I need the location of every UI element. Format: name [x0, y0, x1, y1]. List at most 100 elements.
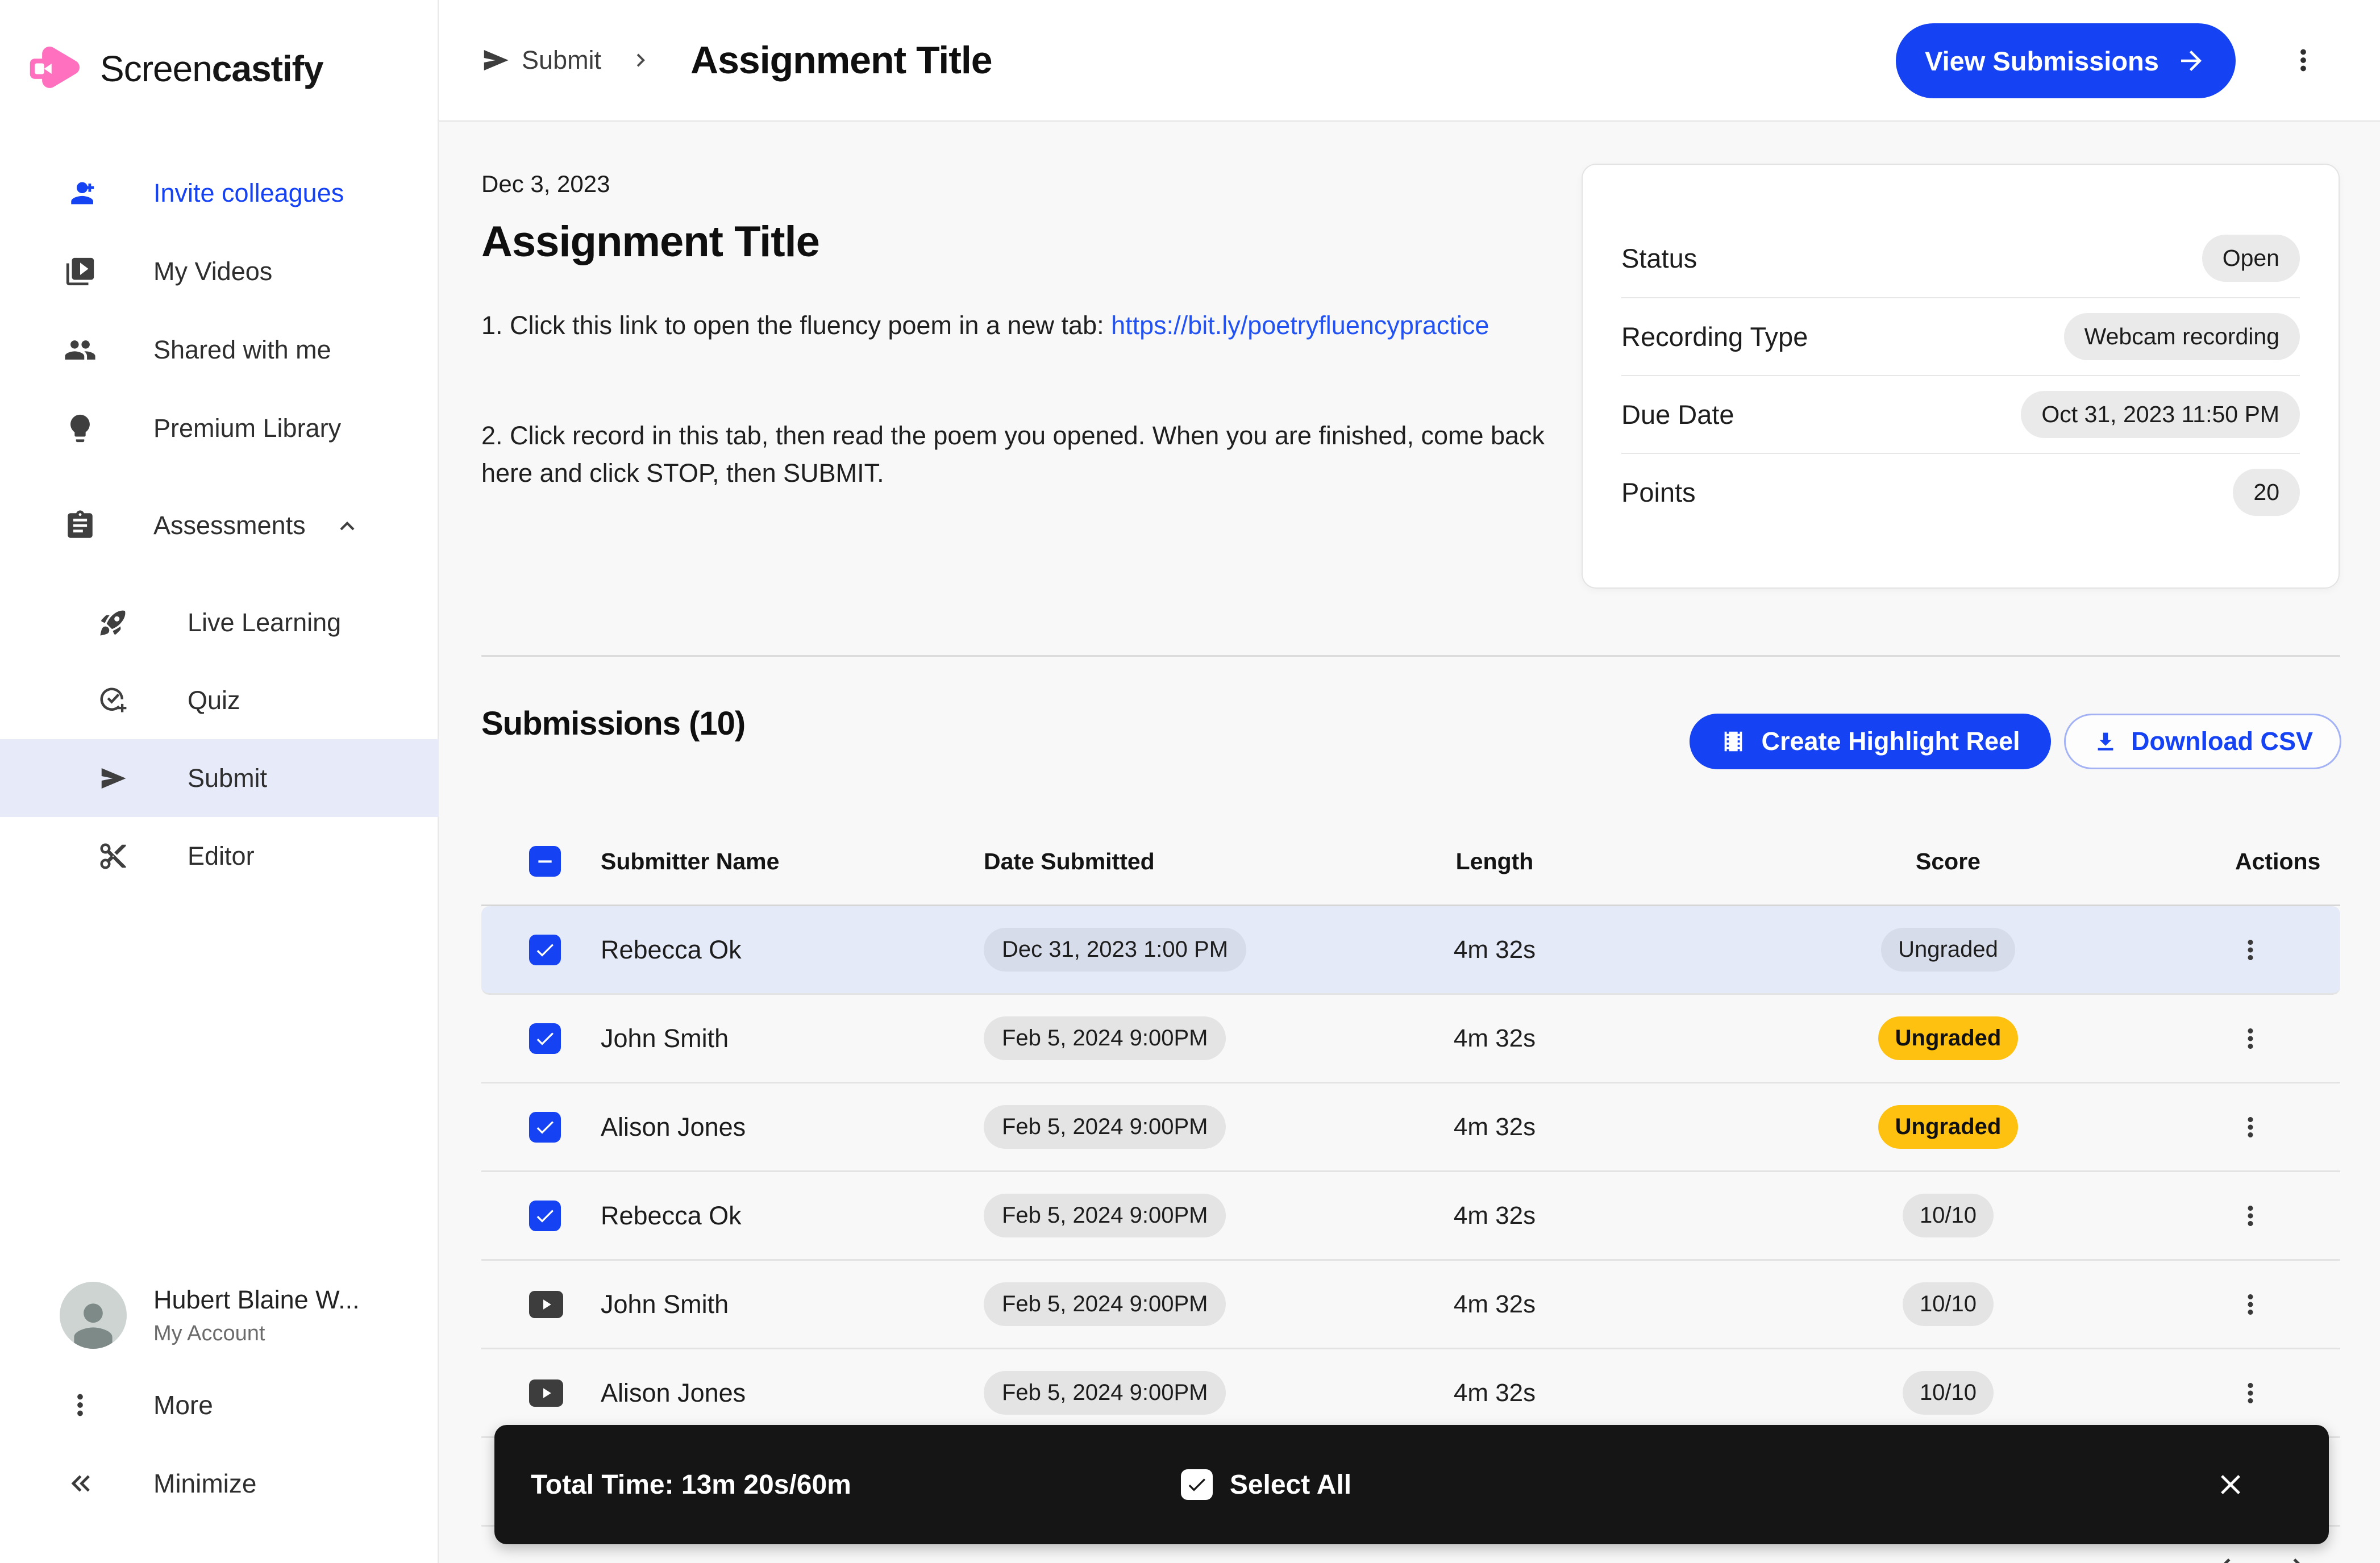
page-title: Assignment Title: [690, 38, 992, 82]
sidebar-item-assessments[interactable]: Assessments: [0, 486, 439, 565]
send-icon: [480, 45, 511, 76]
minus-icon: [534, 850, 556, 873]
send-icon: [98, 763, 128, 794]
row-checkbox-checked[interactable]: [529, 935, 561, 965]
date-submitted-pill: Feb 5, 2024 9:00PM: [984, 1016, 1226, 1060]
table-row[interactable]: John Smith Feb 5, 2024 9:00PM 4m 32s Ung…: [481, 995, 2340, 1083]
detail-value-pill: 20: [2233, 469, 2300, 516]
download-csv-button[interactable]: Download CSV: [2064, 714, 2341, 769]
sidebar-item-more[interactable]: More: [0, 1371, 439, 1439]
date-submitted-pill: Feb 5, 2024 9:00PM: [984, 1282, 1226, 1326]
app-logo[interactable]: Screencastify: [27, 36, 323, 101]
sidebar: Screencastify Invite colleagues My Video…: [0, 0, 439, 1563]
table-row[interactable]: Rebecca Ok Dec 31, 2023 1:00 PM 4m 32s U…: [481, 906, 2340, 995]
brand-name: Screencastify: [100, 48, 323, 90]
sidebar-nav: Invite colleagues My Videos Shared with …: [0, 154, 439, 895]
row-actions-kebab-icon[interactable]: [2235, 935, 2266, 965]
sidebar-item-editor[interactable]: Editor: [0, 817, 439, 895]
date-submitted-pill: Feb 5, 2024 9:00PM: [984, 1105, 1226, 1149]
view-submissions-button[interactable]: View Submissions: [1896, 23, 2236, 98]
detail-row-due-date: Due Date Oct 31, 2023 11:50 PM: [1621, 375, 2300, 453]
instruction-1: 1. Click this link to open the fluency p…: [481, 307, 1561, 344]
section-divider: [481, 655, 2340, 657]
play-video-button[interactable]: [529, 1291, 563, 1318]
clipboard-icon: [64, 509, 97, 542]
lightbulb-icon: [64, 412, 97, 445]
row-actions-kebab-icon[interactable]: [2235, 1201, 2266, 1231]
length-value: 4m 32s: [1328, 936, 1661, 964]
download-icon: [2092, 728, 2119, 755]
sidebar-item-shared-with-me[interactable]: Shared with me: [0, 311, 439, 389]
close-icon[interactable]: [2214, 1468, 2247, 1501]
chevron-up-icon: [333, 511, 361, 540]
double-chevron-left-icon: [64, 1467, 97, 1500]
score-pill: Ungraded: [1878, 1105, 2019, 1149]
sidebar-item-label: Minimize: [153, 1468, 256, 1499]
score-pill: 10/10: [1903, 1194, 1994, 1237]
length-value: 4m 32s: [1328, 1290, 1661, 1319]
submitter-name: Alison Jones: [601, 1378, 984, 1408]
rocket-icon: [98, 607, 128, 638]
select-all-checkbox[interactable]: [1181, 1469, 1213, 1500]
row-checkbox-checked[interactable]: [529, 1112, 561, 1143]
row-checkbox-checked[interactable]: [529, 1023, 561, 1054]
row-checkbox-checked[interactable]: [529, 1201, 561, 1231]
select-all-label: Select All: [1230, 1469, 1351, 1501]
arrow-right-icon: [2176, 45, 2207, 76]
sidebar-item-label: More: [153, 1390, 213, 1420]
submissions-table: Submitter NameDate SubmittedLengthScoreA…: [481, 818, 2340, 1527]
table-row[interactable]: John Smith Feb 5, 2024 9:00PM 4m 32s 10/…: [481, 1261, 2340, 1349]
submitter-name: John Smith: [601, 1290, 984, 1319]
instruction-2: 2. Click record in this tab, then read t…: [481, 417, 1561, 492]
screencastify-logo-icon: [27, 36, 92, 101]
main-content: Dec 3, 2023 Assignment Title 1. Click th…: [439, 122, 2380, 1563]
sidebar-item-premium-library[interactable]: Premium Library: [0, 389, 439, 468]
sidebar-item-quiz[interactable]: Quiz: [0, 661, 439, 739]
score-pill: 10/10: [1903, 1371, 1994, 1415]
sidebar-item-invite-colleagues[interactable]: Invite colleagues: [0, 154, 439, 232]
check-icon: [534, 1027, 556, 1050]
assignment-link[interactable]: https://bit.ly/poetryfluencypractice: [1111, 311, 1489, 340]
detail-value-pill: Webcam recording: [2064, 313, 2300, 360]
submitter-name: Alison Jones: [601, 1112, 984, 1142]
check-icon: [534, 1116, 556, 1139]
detail-value-pill: Open: [2202, 235, 2300, 282]
pagination-prev-icon[interactable]: [2208, 1550, 2242, 1563]
detail-row-recording-type: Recording Type Webcam recording: [1621, 297, 2300, 375]
detail-row-points: Points 20: [1621, 453, 2300, 531]
column-header-date-submitted: Date Submitted: [984, 848, 1328, 875]
header-menu-kebab-icon[interactable]: [2287, 44, 2320, 77]
kebab-icon: [64, 1389, 97, 1422]
create-highlight-reel-button[interactable]: Create Highlight Reel: [1690, 714, 2051, 769]
assignment-date: Dec 3, 2023: [481, 170, 610, 198]
row-actions-kebab-icon[interactable]: [2235, 1378, 2266, 1408]
table-row[interactable]: Rebecca Ok Feb 5, 2024 9:00PM 4m 32s 10/…: [481, 1172, 2340, 1261]
length-value: 4m 32s: [1328, 1024, 1661, 1053]
row-actions-kebab-icon[interactable]: [2235, 1112, 2266, 1143]
date-submitted-pill: Dec 31, 2023 1:00 PM: [984, 928, 1246, 972]
sidebar-item-my-videos[interactable]: My Videos: [0, 232, 439, 311]
view-submissions-label: View Submissions: [1925, 45, 2159, 77]
play-video-button[interactable]: [529, 1379, 563, 1407]
assignment-details-card: Status Open Recording Type Webcam record…: [1582, 164, 2340, 589]
sidebar-item-submit[interactable]: Submit: [0, 739, 439, 817]
select-all-header-checkbox[interactable]: [529, 846, 561, 877]
account-section[interactable]: Hubert Blaine W... My Account: [0, 1267, 439, 1364]
column-header-actions: Actions: [2235, 848, 2340, 875]
selection-bar: Total Time: 13m 20s/60m Select All: [494, 1425, 2329, 1544]
detail-label: Points: [1621, 477, 1696, 508]
submitter-name: Rebecca Ok: [601, 935, 984, 965]
sidebar-item-minimize[interactable]: Minimize: [0, 1449, 439, 1518]
person-add-icon: [64, 177, 97, 210]
date-submitted-pill: Feb 5, 2024 9:00PM: [984, 1194, 1226, 1237]
sidebar-item-live-learning[interactable]: Live Learning: [0, 583, 439, 661]
row-actions-kebab-icon[interactable]: [2235, 1023, 2266, 1054]
video-library-icon: [64, 255, 97, 288]
breadcrumb[interactable]: Submit: [522, 45, 601, 75]
column-header-score: Score: [1661, 848, 2235, 875]
table-row[interactable]: Alison Jones Feb 5, 2024 9:00PM 4m 32s U…: [481, 1083, 2340, 1172]
pagination-next-icon[interactable]: [2282, 1550, 2316, 1563]
row-actions-kebab-icon[interactable]: [2235, 1289, 2266, 1320]
quiz-icon: [98, 685, 128, 716]
submitter-name: John Smith: [601, 1024, 984, 1053]
